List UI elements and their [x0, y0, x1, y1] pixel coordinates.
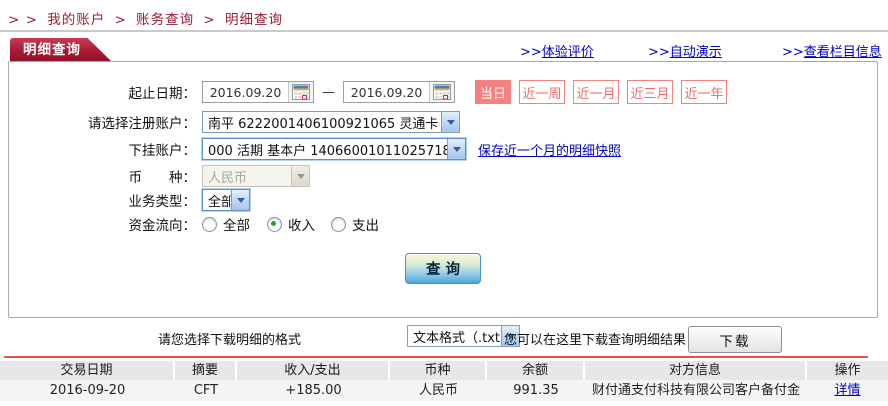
breadcrumb-separator: > — [203, 12, 216, 28]
header-summary: 摘要 — [175, 361, 237, 380]
currency-label: 币 种： — [128, 170, 197, 186]
register-account-value: 南平 6222001406100921065 灵通卡 — [208, 116, 439, 132]
business-type-select[interactable]: 全部 — [202, 189, 250, 211]
preset-today-button[interactable]: 当日 — [475, 80, 511, 104]
detail-query-page: > > 我的账户 > 账务查询 > 明细查询 明细查询 >>体验评价 >>自动演… — [0, 0, 888, 406]
business-type-label: 业务类型： — [128, 194, 197, 210]
tab-detail-query[interactable]: 明细查询 — [10, 38, 112, 62]
link-auto-demo[interactable]: >>自动演示 — [648, 41, 722, 60]
fund-flow-row: 资金流向： 全部 收入 支出 — [56, 212, 379, 236]
register-account-label: 请选择注册账户： — [88, 116, 196, 132]
link-arrows: >> — [520, 45, 542, 60]
link-arrows: >> — [648, 45, 670, 60]
end-date-field[interactable] — [343, 81, 455, 103]
detail-link[interactable]: 详情 — [834, 383, 860, 398]
query-button[interactable]: 查 询 — [405, 253, 481, 284]
cell-trade-date: 2016-09-20 — [49, 383, 126, 398]
sub-account-value: 000 活期 基本户 1406600101102571848 — [208, 143, 447, 159]
download-format-label: 请您选择下载明细的格式 — [158, 333, 302, 348]
download-button[interactable]: 下载 — [688, 326, 782, 353]
breadcrumb-item-my-account[interactable]: 我的账户 — [47, 12, 105, 28]
cell-amount: +185.00 — [285, 383, 342, 398]
radio-icon — [331, 216, 346, 232]
breadcrumb: > > 我的账户 > 账务查询 > 明细查询 — [8, 8, 287, 28]
download-format-value: 文本格式（.txt） — [413, 330, 501, 346]
start-date-field[interactable] — [202, 81, 314, 103]
calendar-icon[interactable] — [429, 82, 454, 102]
radio-icon — [202, 216, 217, 232]
table-header-row: 交易日期 摘要 收入/支出 币种 余额 对方信息 操作 — [0, 361, 888, 380]
business-type-row: 业务类型： 全部 — [56, 188, 250, 212]
header-currency: 币种 — [390, 361, 487, 380]
link-arrows: >> — [782, 45, 804, 60]
chevron-down-icon — [231, 190, 249, 210]
radio-option-income[interactable]: 收入 — [267, 214, 315, 234]
breadcrumb-prefix: > > — [8, 12, 38, 28]
header-trade-date: 交易日期 — [0, 361, 175, 380]
header-balance: 余额 — [487, 361, 585, 380]
register-account-select[interactable]: 南平 6222001406100921065 灵通卡 — [202, 111, 460, 133]
link-view-column-info[interactable]: >>查看栏目信息 — [782, 41, 882, 60]
currency-select: 人民币 — [202, 165, 310, 187]
cell-currency: 人民币 — [418, 383, 458, 398]
radio-option-all[interactable]: 全部 — [202, 214, 250, 234]
sub-account-label: 下挂账户： — [128, 143, 197, 159]
header-counterparty: 对方信息 — [585, 361, 807, 380]
download-hint-text: 您可以在这里下载查询明细结果 — [504, 333, 687, 348]
save-snapshot-link[interactable]: 保存近一个月的明细快照 — [478, 140, 621, 159]
preset-last-week-button[interactable]: 近一周 — [519, 80, 565, 104]
preset-last-3-months-button[interactable]: 近三月 — [627, 80, 673, 104]
preset-last-year-button[interactable]: 近一年 — [681, 80, 727, 104]
date-range-dash: — — [322, 84, 335, 100]
link-experience-rating[interactable]: >>体验评价 — [520, 41, 594, 60]
date-range-label: 起止日期： — [128, 86, 197, 102]
preset-last-month-button[interactable]: 近一月 — [573, 80, 619, 104]
fund-flow-label: 资金流向： — [128, 218, 197, 234]
sub-account-row: 下挂账户： 000 活期 基本户 1406600101102571848 保存近… — [56, 137, 621, 161]
header-action: 操作 — [834, 363, 861, 378]
header-income-expense: 收入/支出 — [237, 361, 390, 380]
table-top-rule — [4, 356, 868, 358]
currency-value: 人民币 — [208, 170, 248, 186]
currency-row: 币 种： 人民币 — [56, 164, 310, 188]
date-range-row: 起止日期： 2016.09.20 — 2016.09.20 当日 近一周 近一月… — [56, 80, 727, 104]
chevron-down-icon — [291, 166, 309, 186]
cell-action: 详情 — [807, 380, 888, 401]
radio-option-expense[interactable]: 支出 — [331, 214, 379, 234]
business-type-value: 全部 — [208, 194, 231, 210]
radio-checked-icon — [267, 216, 282, 232]
end-date-input[interactable] — [344, 83, 429, 101]
register-account-row: 请选择注册账户： 南平 6222001406100921065 灵通卡 — [56, 110, 460, 134]
cell-summary: CFT — [193, 383, 219, 398]
chevron-down-icon — [441, 112, 459, 132]
breadcrumb-item-detail-query: 明细查询 — [225, 12, 284, 28]
table-row: 2016-09-20 CFT +185.00 人民币 991.35 财付通支付科… — [0, 380, 888, 401]
sub-account-select[interactable]: 000 活期 基本户 1406600101102571848 — [202, 138, 466, 160]
divider-line — [0, 30, 888, 32]
breadcrumb-separator: > — [114, 12, 127, 28]
start-date-input[interactable] — [203, 83, 288, 101]
breadcrumb-item-account-query[interactable]: 账务查询 — [136, 12, 194, 28]
calendar-icon[interactable] — [288, 82, 313, 102]
chevron-down-icon — [447, 139, 465, 159]
cell-balance: 991.35 — [513, 383, 559, 398]
cell-counterparty: 财付通支付科技有限公司客户备付金 — [591, 383, 800, 398]
